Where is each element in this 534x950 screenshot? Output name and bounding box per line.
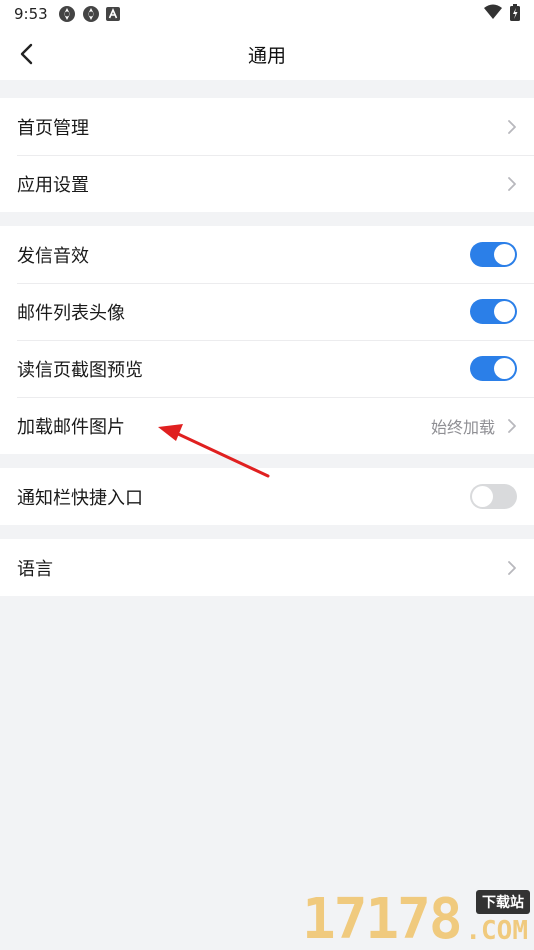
row-right xyxy=(470,356,517,381)
row-label: 加载邮件图片 xyxy=(17,416,125,438)
battery-icon xyxy=(510,3,520,25)
row-language[interactable]: 语言 xyxy=(0,539,534,596)
row-right xyxy=(470,484,517,509)
status-time: 9:53 xyxy=(14,5,48,23)
watermark-suffix: .COM xyxy=(465,916,528,946)
back-button[interactable] xyxy=(10,28,44,80)
row-label: 邮件列表头像 xyxy=(17,302,125,324)
row-home-management[interactable]: 首页管理 xyxy=(0,98,534,155)
chevron-right-icon xyxy=(508,176,516,191)
settings-group-3: 通知栏快捷入口 xyxy=(0,468,534,525)
chevron-right-icon xyxy=(508,119,516,134)
row-list-avatar: 邮件列表头像 xyxy=(0,283,534,340)
row-right xyxy=(507,176,517,192)
list-avatar-toggle[interactable] xyxy=(470,299,517,324)
row-label: 应用设置 xyxy=(17,174,89,196)
row-right: 始终加载 xyxy=(431,414,517,438)
row-send-sound: 发信音效 xyxy=(0,226,534,283)
toggle-knob xyxy=(494,358,515,379)
send-sound-toggle[interactable] xyxy=(470,242,517,267)
row-right xyxy=(507,119,517,135)
settings-group-4: 语言 xyxy=(0,539,534,596)
status-bar: 9:53 xyxy=(0,0,534,28)
row-label: 首页管理 xyxy=(17,117,89,139)
a-letter-icon xyxy=(105,7,120,21)
row-app-settings[interactable]: 应用设置 xyxy=(0,155,534,212)
wifi-icon xyxy=(484,4,502,24)
watermark-logo: 17178 下载站 .COM xyxy=(302,888,532,950)
row-label: 语言 xyxy=(17,558,53,580)
row-load-images[interactable]: 加载邮件图片 始终加载 xyxy=(0,397,534,454)
watermark-tag: 下载站 xyxy=(476,890,530,914)
row-label: 通知栏快捷入口 xyxy=(17,487,143,509)
app-notification-icon xyxy=(58,5,76,23)
chevron-right-icon xyxy=(508,418,516,433)
status-right xyxy=(484,3,520,25)
settings-group-2: 发信音效 邮件列表头像 读信页截图预览 加载邮件图片 始终加载 xyxy=(0,226,534,454)
settings-group-1: 首页管理 应用设置 xyxy=(0,98,534,212)
app-notification-icon xyxy=(82,5,100,23)
row-label: 发信音效 xyxy=(17,245,89,267)
row-right xyxy=(507,560,517,576)
nav-bar: 通用 xyxy=(0,28,534,80)
toggle-knob xyxy=(494,244,515,265)
notification-shortcut-toggle[interactable] xyxy=(470,484,517,509)
watermark-digits: 17178 xyxy=(302,887,463,950)
toggle-knob xyxy=(472,486,493,507)
row-label: 读信页截图预览 xyxy=(17,359,143,381)
row-screenshot-preview: 读信页截图预览 xyxy=(0,340,534,397)
page-title: 通用 xyxy=(247,44,286,67)
screenshot-preview-toggle[interactable] xyxy=(470,356,517,381)
row-notification-shortcut: 通知栏快捷入口 xyxy=(0,468,534,525)
row-right xyxy=(470,242,517,267)
load-images-value: 始终加载 xyxy=(430,417,495,437)
chevron-right-icon xyxy=(508,560,516,575)
row-right xyxy=(470,299,517,324)
back-chevron-icon xyxy=(20,43,33,65)
toggle-knob xyxy=(494,301,515,322)
